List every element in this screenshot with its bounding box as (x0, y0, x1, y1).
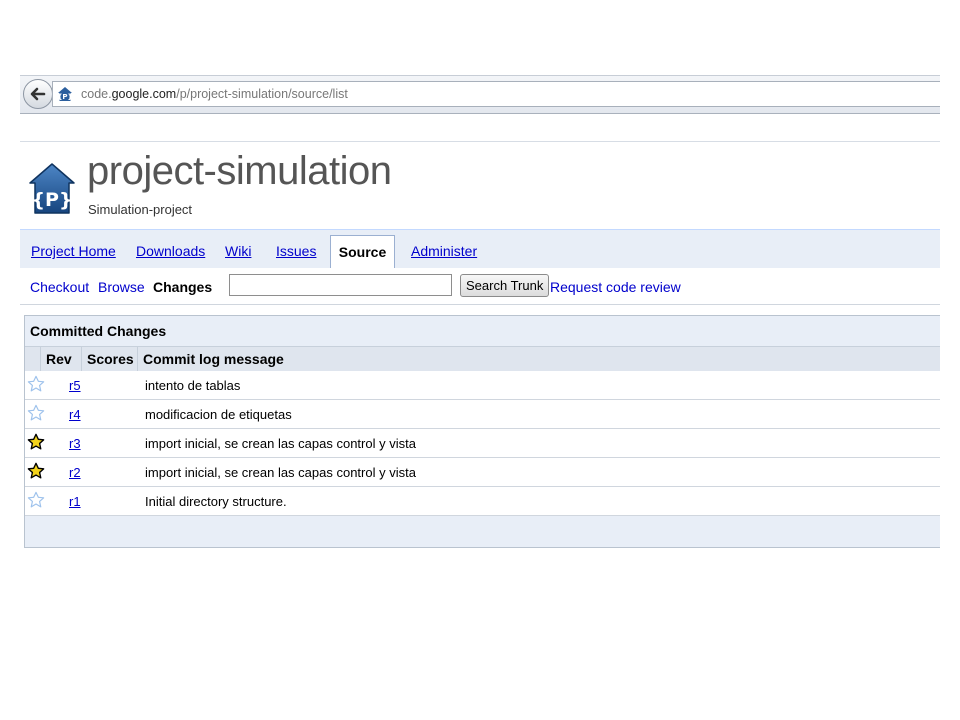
revision-link[interactable]: r4 (69, 407, 81, 422)
revision-link[interactable]: r5 (69, 378, 81, 393)
revision-link[interactable]: r1 (69, 494, 81, 509)
url-text[interactable]: code.google.com/p/project-simulation/sou… (81, 87, 348, 101)
column-header-rev[interactable]: Rev (46, 351, 72, 367)
project-summary: Simulation-project (88, 202, 193, 217)
column-header-message[interactable]: Commit log message (143, 351, 284, 367)
tab-source[interactable]: Source (330, 235, 395, 268)
source-sub-nav: Checkout Browse Changes Search Trunk Req… (20, 268, 940, 305)
revision-link[interactable]: r2 (69, 465, 81, 480)
column-divider (40, 347, 41, 371)
search-trunk-button[interactable]: Search Trunk (460, 274, 550, 297)
svg-text:{P}: {P} (32, 189, 73, 211)
sub-nav-browse[interactable]: Browse (98, 279, 145, 295)
commit-message: import inicial, se crean las capas contr… (145, 465, 416, 480)
tab-wiki[interactable]: Wiki (225, 243, 251, 259)
project-name[interactable]: project-simulation (87, 149, 392, 194)
commit-message: intento de tablas (145, 378, 241, 393)
tab-project-home[interactable]: Project Home (31, 243, 116, 259)
star-empty-icon[interactable] (27, 375, 45, 393)
main-tab-bar: Project Home Downloads Wiki Issues Sourc… (20, 229, 940, 269)
revision-link[interactable]: r3 (69, 436, 81, 451)
star-filled-icon[interactable] (27, 433, 45, 451)
back-arrow-icon (30, 87, 46, 101)
table-row: r5 intento de tablas (25, 371, 940, 400)
project-logo-icon: {P} (29, 163, 75, 214)
committed-changes-panel: Committed Changes Rev Scores Commit log … (24, 315, 940, 548)
table-body: r5 intento de tablas r4 modificacion de … (25, 371, 940, 516)
browser-toolbar: {P} code.google.com/p/project-simulation… (20, 75, 940, 114)
request-code-review-link[interactable]: Request code review (550, 279, 681, 295)
address-bar[interactable]: {P} code.google.com/p/project-simulation… (52, 81, 940, 107)
sub-nav-changes: Changes (153, 279, 213, 295)
commit-message: import inicial, se crean las capas contr… (145, 436, 416, 451)
star-empty-icon[interactable] (27, 491, 45, 509)
table-row: r4 modificacion de etiquetas (25, 400, 940, 429)
commit-message: modificacion de etiquetas (145, 407, 292, 422)
table-row: r2 import inicial, se crean las capas co… (25, 458, 940, 487)
column-header-scores[interactable]: Scores (87, 351, 134, 367)
tab-downloads[interactable]: Downloads (136, 243, 205, 259)
column-divider (137, 347, 138, 371)
committed-changes-title: Committed Changes (30, 323, 167, 339)
svg-text:{P}: {P} (57, 93, 72, 101)
table-row: r3 import inicial, se crean las capas co… (25, 429, 940, 458)
tab-issues[interactable]: Issues (276, 243, 316, 259)
column-divider (81, 347, 82, 371)
search-trunk-input[interactable] (229, 274, 452, 296)
table-row: r1 Initial directory structure. (25, 487, 940, 516)
sub-nav-checkout[interactable]: Checkout (30, 279, 89, 295)
project-favicon-icon: {P} (57, 87, 73, 101)
table-header: Rev Scores Commit log message (25, 346, 940, 372)
back-button[interactable] (23, 79, 53, 109)
star-empty-icon[interactable] (27, 404, 45, 422)
commit-message: Initial directory structure. (145, 494, 287, 509)
tab-administer[interactable]: Administer (411, 243, 477, 259)
star-filled-icon[interactable] (27, 462, 45, 480)
divider (20, 141, 940, 142)
